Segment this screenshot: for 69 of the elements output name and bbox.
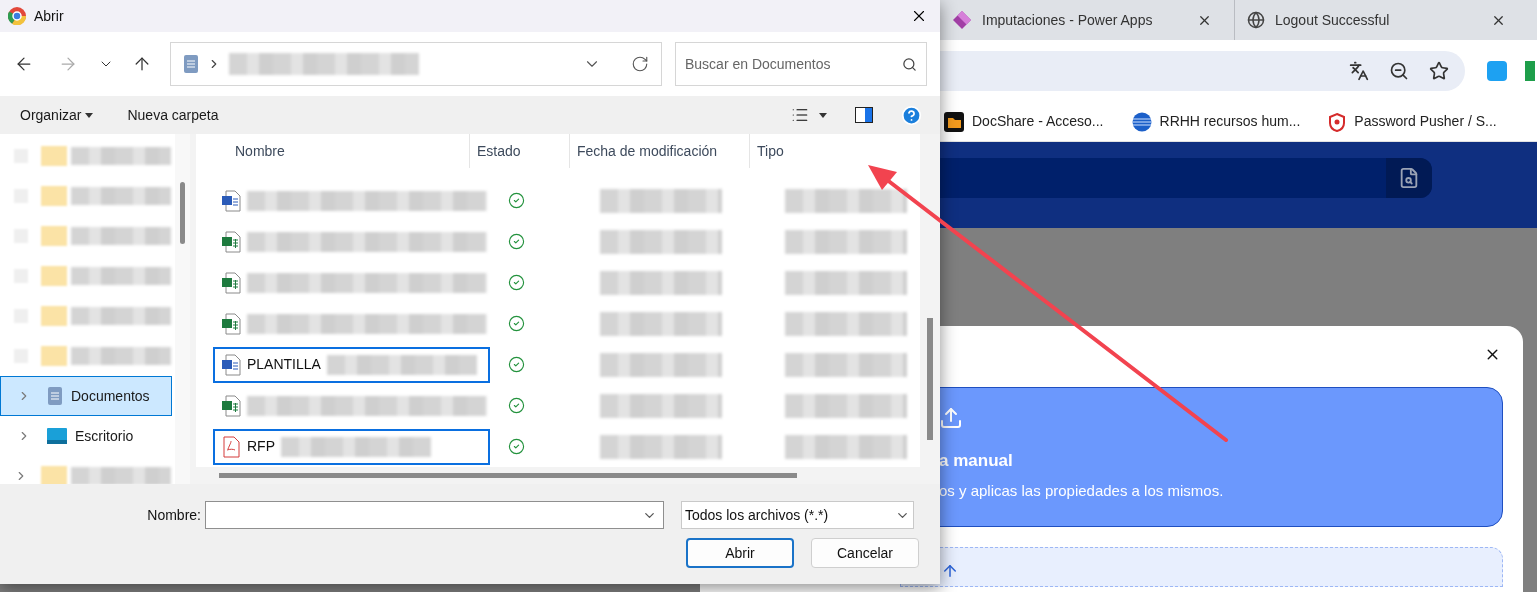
option-title: a manual	[939, 450, 1014, 472]
new-folder-button[interactable]: Nueva carpeta	[127, 104, 219, 126]
spreadsheet-icon	[221, 230, 241, 253]
translate-icon[interactable]	[1349, 61, 1369, 81]
nav-tree-item[interactable]: Documentos	[0, 376, 172, 416]
tab-title: Imputaciones - Power Apps	[982, 10, 1153, 30]
file-name: PLANTILLA	[247, 355, 321, 374]
document-icon	[47, 386, 63, 406]
document-search-icon[interactable]	[1398, 167, 1420, 189]
nav-tree-label: Documentos	[71, 386, 150, 406]
desktop-icon	[47, 428, 67, 444]
file-name-label: Nombre:	[146, 505, 202, 525]
bookmark[interactable]: RRHH recursos hum...	[1131, 111, 1301, 132]
organize-menu-button[interactable]: Organizar	[20, 104, 94, 126]
file-name-cell[interactable]: PLANTILLA	[213, 346, 490, 383]
file-name: RFP	[247, 437, 275, 456]
star-icon[interactable]	[1429, 61, 1449, 81]
file-name-field[interactable]	[205, 501, 664, 529]
caret-icon	[85, 112, 94, 118]
window-title: Abrir	[34, 6, 64, 26]
preview-pane-icon[interactable]	[855, 107, 873, 123]
check-circle-icon	[508, 438, 525, 455]
search-icon	[902, 56, 917, 72]
word-document-icon	[221, 353, 241, 376]
caret-icon[interactable]	[819, 112, 827, 118]
word-document-icon	[221, 189, 241, 212]
nav-tree-item[interactable]: Escritorio	[0, 416, 172, 456]
search-field[interactable]: Buscar en Documentos	[675, 42, 927, 86]
check-circle-icon	[508, 397, 525, 414]
bookmark[interactable]: Password Pusher / S...	[1328, 111, 1497, 132]
option-description: os y aplicas las propiedades a los mismos.	[939, 480, 1225, 501]
refresh-icon[interactable]	[631, 55, 649, 73]
check-circle-icon	[508, 315, 525, 332]
column-header[interactable]: Estado	[477, 140, 521, 162]
diamond-icon	[952, 10, 972, 30]
tab-title: Logout Successful	[1275, 10, 1390, 30]
folder-icon	[944, 111, 964, 132]
list-view-icon[interactable]	[791, 106, 809, 124]
shield-icon	[1328, 111, 1347, 132]
nav-tree-label: Escritorio	[75, 426, 134, 446]
column-header[interactable]: Fecha de modificación	[577, 140, 718, 162]
file-type-select[interactable]: Todos los archivos (*.*)	[681, 501, 914, 529]
globe-icon	[1247, 11, 1265, 29]
check-circle-icon	[508, 233, 525, 250]
help-icon[interactable]	[901, 104, 922, 126]
spreadsheet-icon	[221, 312, 241, 335]
app-logo-icon	[8, 7, 26, 25]
upload-card[interactable]	[900, 547, 1503, 587]
bookmark[interactable]: DocShare - Acceso...	[944, 111, 1104, 132]
browser-tab[interactable]: Imputaciones - Power Apps	[940, 0, 1224, 40]
pdf-icon	[221, 435, 241, 458]
check-circle-icon	[508, 192, 525, 209]
spreadsheet-icon	[221, 394, 241, 417]
column-header[interactable]: Tipo	[757, 140, 784, 162]
document-icon	[183, 54, 199, 74]
scrollbar-thumb[interactable]	[927, 318, 933, 440]
scrollbar-thumb[interactable]	[180, 182, 185, 244]
zoom-out-icon[interactable]	[1389, 61, 1409, 81]
spreadsheet-icon	[221, 271, 241, 294]
scrollbar-thumb[interactable]	[219, 473, 797, 478]
check-circle-icon	[508, 356, 525, 373]
check-circle-icon	[508, 274, 525, 291]
striped-globe-icon	[1131, 111, 1152, 132]
column-header[interactable]: Nombre	[235, 140, 285, 162]
dialog-button[interactable]: Cancelar	[811, 538, 919, 568]
extension-icon[interactable]	[1487, 61, 1507, 81]
search-input[interactable]: Buscar en Documentos	[685, 53, 902, 75]
dialog-button[interactable]: Abrir	[686, 538, 794, 568]
file-name-cell[interactable]: RFP	[213, 428, 490, 465]
